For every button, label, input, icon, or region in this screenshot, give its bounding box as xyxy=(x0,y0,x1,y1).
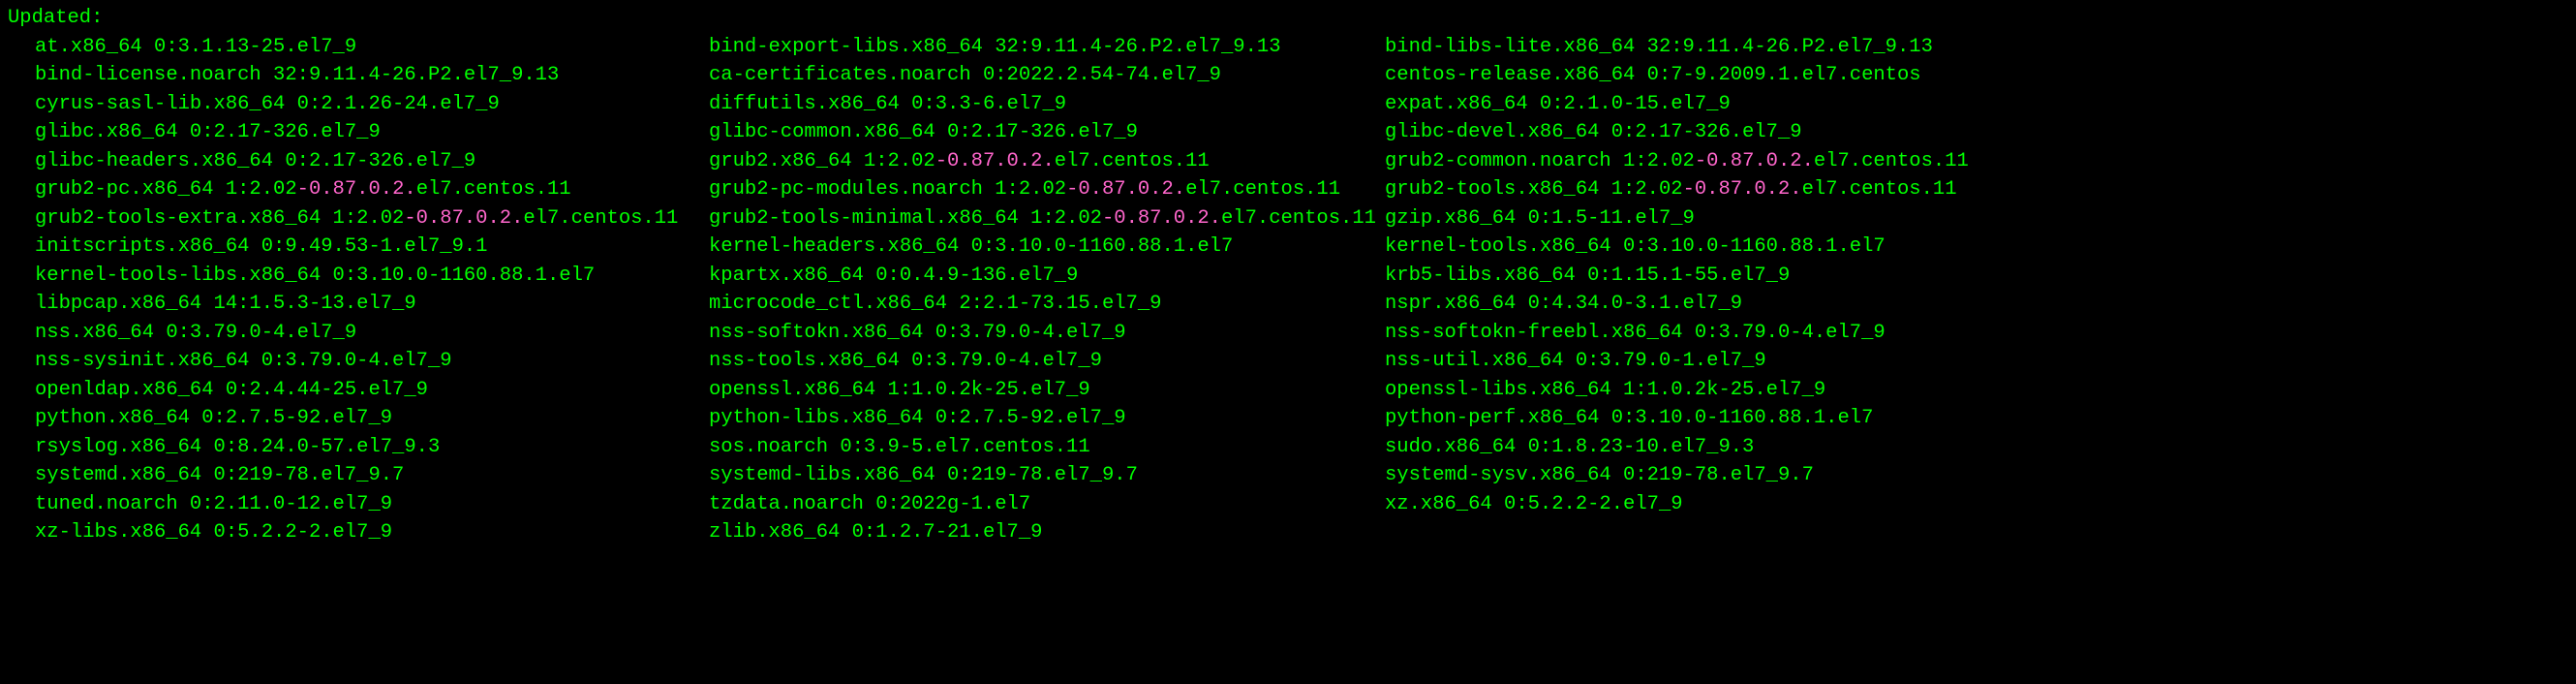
package-line: python.x86_64 0:2.7.5-92.el7_9 xyxy=(35,404,709,433)
package-column-3: bind-libs-lite.x86_64 32:9.11.4-26.P2.el… xyxy=(1385,33,1969,519)
update-header: Updated: xyxy=(8,4,2568,33)
package-line: nss.x86_64 0:3.79.0-4.el7_9 xyxy=(35,319,709,348)
package-line: python-perf.x86_64 0:3.10.0-1160.88.1.el… xyxy=(1385,404,1969,433)
package-line: grub2-tools-extra.x86_64 1:2.02-0.87.0.2… xyxy=(35,204,709,233)
package-line: glibc-headers.x86_64 0:2.17-326.el7_9 xyxy=(35,147,709,176)
package-line: glibc.x86_64 0:2.17-326.el7_9 xyxy=(35,118,709,147)
package-line: cyrus-sasl-lib.x86_64 0:2.1.26-24.el7_9 xyxy=(35,90,709,119)
package-line: diffutils.x86_64 0:3.3-6.el7_9 xyxy=(709,90,1385,119)
package-line: python-libs.x86_64 0:2.7.5-92.el7_9 xyxy=(709,404,1385,433)
package-line: ca-certificates.noarch 0:2022.2.54-74.el… xyxy=(709,61,1385,90)
package-line: kernel-tools-libs.x86_64 0:3.10.0-1160.8… xyxy=(35,262,709,291)
package-line: krb5-libs.x86_64 0:1.15.1-55.el7_9 xyxy=(1385,262,1969,291)
package-line: libpcap.x86_64 14:1.5.3-13.el7_9 xyxy=(35,290,709,319)
package-line: gzip.x86_64 0:1.5-11.el7_9 xyxy=(1385,204,1969,233)
package-line: systemd.x86_64 0:219-78.el7_9.7 xyxy=(35,461,709,490)
version-highlight: -0.87.0.2. xyxy=(1695,150,1814,172)
package-column-2: bind-export-libs.x86_64 32:9.11.4-26.P2.… xyxy=(709,33,1385,547)
package-line: glibc-common.x86_64 0:2.17-326.el7_9 xyxy=(709,118,1385,147)
package-line: grub2-tools.x86_64 1:2.02-0.87.0.2.el7.c… xyxy=(1385,175,1969,204)
package-line: openssl-libs.x86_64 1:1.0.2k-25.el7_9 xyxy=(1385,376,1969,405)
package-line: expat.x86_64 0:2.1.0-15.el7_9 xyxy=(1385,90,1969,119)
package-line: xz-libs.x86_64 0:5.2.2-2.el7_9 xyxy=(35,518,709,547)
package-line: bind-license.noarch 32:9.11.4-26.P2.el7_… xyxy=(35,61,709,90)
package-line: grub2-common.noarch 1:2.02-0.87.0.2.el7.… xyxy=(1385,147,1969,176)
package-line: bind-libs-lite.x86_64 32:9.11.4-26.P2.el… xyxy=(1385,33,1969,62)
version-highlight: -0.87.0.2. xyxy=(1683,178,1802,201)
package-line: grub2-pc-modules.noarch 1:2.02-0.87.0.2.… xyxy=(709,175,1385,204)
package-line: openssl.x86_64 1:1.0.2k-25.el7_9 xyxy=(709,376,1385,405)
package-columns: at.x86_64 0:3.1.13-25.el7_9bind-license.… xyxy=(8,33,2568,547)
package-line: grub2-pc.x86_64 1:2.02-0.87.0.2.el7.cent… xyxy=(35,175,709,204)
package-line: bind-export-libs.x86_64 32:9.11.4-26.P2.… xyxy=(709,33,1385,62)
version-highlight: -0.87.0.2. xyxy=(297,178,416,201)
package-line: nspr.x86_64 0:4.34.0-3.1.el7_9 xyxy=(1385,290,1969,319)
package-line: systemd-sysv.x86_64 0:219-78.el7_9.7 xyxy=(1385,461,1969,490)
package-line: grub2-tools-minimal.x86_64 1:2.02-0.87.0… xyxy=(709,204,1385,233)
package-line: kernel-headers.x86_64 0:3.10.0-1160.88.1… xyxy=(709,233,1385,262)
package-line: openldap.x86_64 0:2.4.44-25.el7_9 xyxy=(35,376,709,405)
package-line: nss-util.x86_64 0:3.79.0-1.el7_9 xyxy=(1385,347,1969,376)
package-line: sudo.x86_64 0:1.8.23-10.el7_9.3 xyxy=(1385,433,1969,462)
package-line: rsyslog.x86_64 0:8.24.0-57.el7_9.3 xyxy=(35,433,709,462)
package-line: nss-sysinit.x86_64 0:3.79.0-4.el7_9 xyxy=(35,347,709,376)
package-line: tzdata.noarch 0:2022g-1.el7 xyxy=(709,490,1385,519)
package-line: at.x86_64 0:3.1.13-25.el7_9 xyxy=(35,33,709,62)
package-line: systemd-libs.x86_64 0:219-78.el7_9.7 xyxy=(709,461,1385,490)
package-line: zlib.x86_64 0:1.2.7-21.el7_9 xyxy=(709,518,1385,547)
package-line: initscripts.x86_64 0:9.49.53-1.el7_9.1 xyxy=(35,233,709,262)
package-line: glibc-devel.x86_64 0:2.17-326.el7_9 xyxy=(1385,118,1969,147)
package-line: nss-softokn.x86_64 0:3.79.0-4.el7_9 xyxy=(709,319,1385,348)
version-highlight: -0.87.0.2. xyxy=(1066,178,1185,201)
package-column-1: at.x86_64 0:3.1.13-25.el7_9bind-license.… xyxy=(8,33,709,547)
package-line: kernel-tools.x86_64 0:3.10.0-1160.88.1.e… xyxy=(1385,233,1969,262)
package-line: grub2.x86_64 1:2.02-0.87.0.2.el7.centos.… xyxy=(709,147,1385,176)
version-highlight: -0.87.0.2. xyxy=(404,207,523,230)
package-line: nss-softokn-freebl.x86_64 0:3.79.0-4.el7… xyxy=(1385,319,1969,348)
package-line: centos-release.x86_64 0:7-9.2009.1.el7.c… xyxy=(1385,61,1969,90)
package-line: xz.x86_64 0:5.2.2-2.el7_9 xyxy=(1385,490,1969,519)
version-highlight: -0.87.0.2. xyxy=(935,150,1055,172)
package-line: tuned.noarch 0:2.11.0-12.el7_9 xyxy=(35,490,709,519)
package-line: kpartx.x86_64 0:0.4.9-136.el7_9 xyxy=(709,262,1385,291)
package-line: sos.noarch 0:3.9-5.el7.centos.11 xyxy=(709,433,1385,462)
package-line: nss-tools.x86_64 0:3.79.0-4.el7_9 xyxy=(709,347,1385,376)
package-line: microcode_ctl.x86_64 2:2.1-73.15.el7_9 xyxy=(709,290,1385,319)
version-highlight: -0.87.0.2. xyxy=(1102,207,1221,230)
